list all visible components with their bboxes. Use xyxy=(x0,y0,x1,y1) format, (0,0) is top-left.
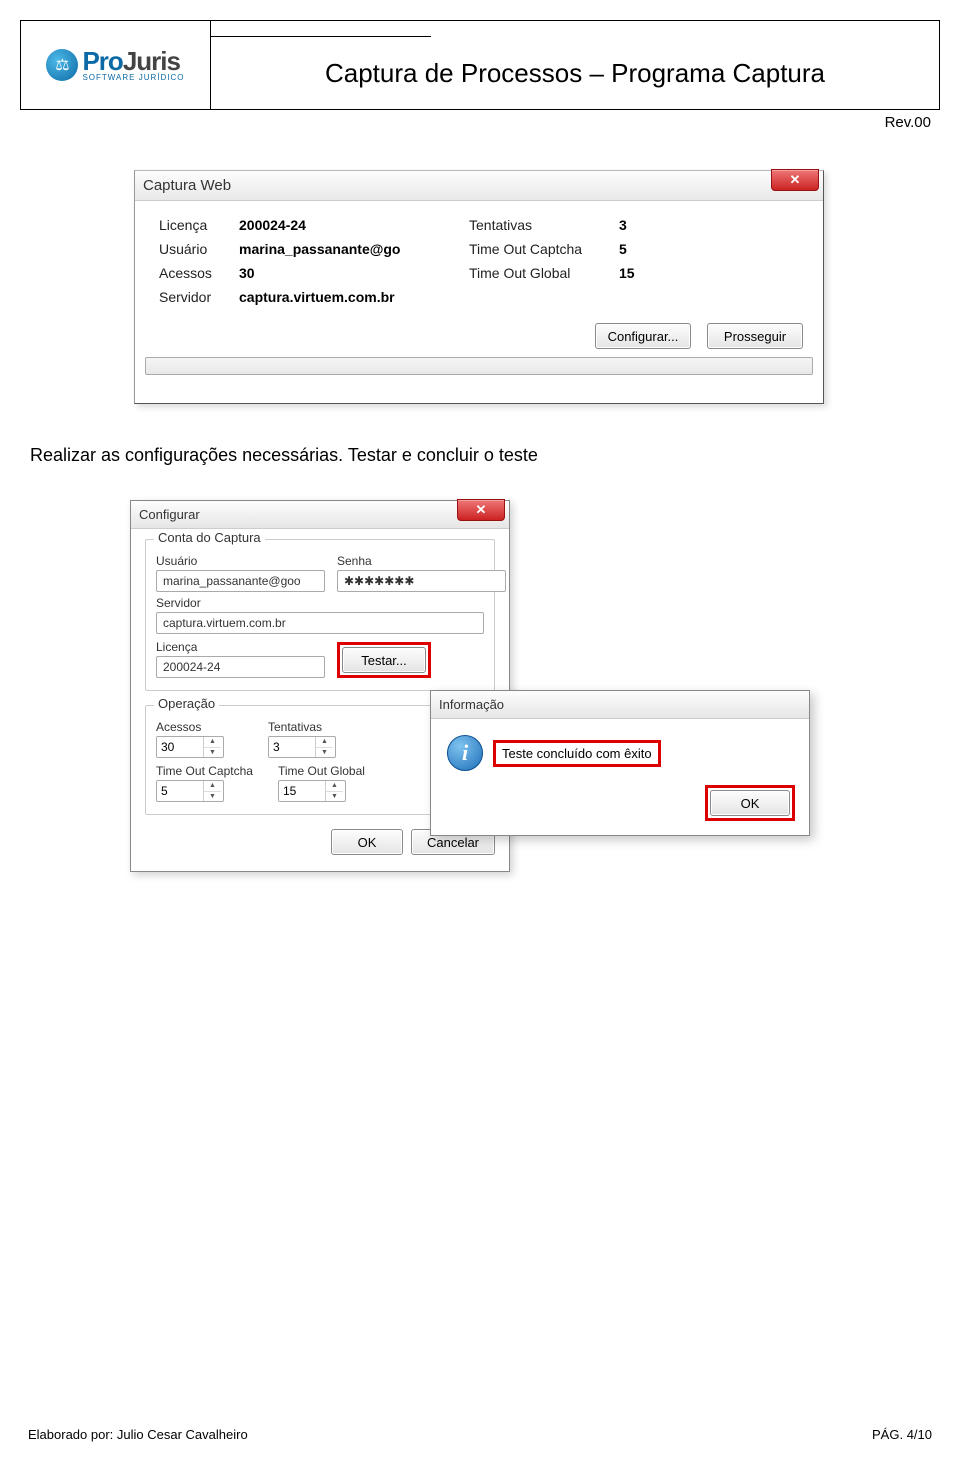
ok-button[interactable]: OK xyxy=(710,790,790,816)
dialog-titlebar[interactable]: Configurar ✕ xyxy=(131,501,509,529)
acessos-stepper[interactable]: ▲▼ xyxy=(156,736,224,758)
timeout-captcha-input[interactable] xyxy=(157,781,203,801)
chevron-down-icon[interactable]: ▼ xyxy=(204,792,221,802)
document-footer: Elaborado por: Julio Cesar Cavalheiro PÁ… xyxy=(28,1427,932,1442)
prosseguir-button[interactable]: Prosseguir xyxy=(707,323,803,349)
dialog-title: Captura Web xyxy=(143,177,231,194)
dialog-titlebar[interactable]: Informação xyxy=(431,691,809,719)
value-acessos: 30 xyxy=(239,265,459,281)
value-tentativas: 3 xyxy=(619,217,669,233)
value-licenca: 200024-24 xyxy=(239,217,459,233)
ok-button[interactable]: OK xyxy=(331,829,403,855)
acessos-input[interactable] xyxy=(157,737,203,757)
dialog-titlebar[interactable]: Captura Web ✕ xyxy=(135,171,823,201)
group-title: Operação xyxy=(154,696,219,711)
timeout-global-stepper[interactable]: ▲▼ xyxy=(278,780,346,802)
group-title: Conta do Captura xyxy=(154,530,265,545)
label-usuario: Usuário xyxy=(159,241,229,257)
value-timeout-captcha: 5 xyxy=(619,241,669,257)
value-servidor: captura.virtuem.com.br xyxy=(239,289,459,305)
label-tentativas: Tentativas xyxy=(268,720,368,734)
label-usuario: Usuário xyxy=(156,554,325,568)
dialog-title: Informação xyxy=(439,697,504,712)
chevron-up-icon[interactable]: ▲ xyxy=(204,737,221,748)
senha-field[interactable] xyxy=(337,570,506,592)
message-highlight: Teste concluído com êxito xyxy=(493,740,661,767)
footer-author: Elaborado por: Julio Cesar Cavalheiro xyxy=(28,1427,248,1442)
revision-label: Rev.00 xyxy=(885,114,931,131)
value-usuario: marina_passanante@go xyxy=(239,241,459,257)
logo-subtext: SOFTWARE JURÍDICO xyxy=(82,74,184,82)
close-icon: ✕ xyxy=(790,172,801,188)
tentativas-stepper[interactable]: ▲▼ xyxy=(268,736,336,758)
label-tentativas: Tentativas xyxy=(469,217,609,233)
title-cell: Captura de Processos – Programa Captura … xyxy=(211,21,939,109)
group-conta: Conta do Captura Usuário Senha Servidor xyxy=(145,539,495,691)
label-timeout-captcha: Time Out Captcha xyxy=(469,241,609,257)
label-servidor: Servidor xyxy=(159,289,229,305)
chevron-down-icon[interactable]: ▼ xyxy=(204,748,221,758)
gavel-icon: ⚖ xyxy=(46,49,78,81)
chevron-down-icon[interactable]: ▼ xyxy=(316,748,333,758)
instruction-paragraph: Realizar as configurações necessárias. T… xyxy=(30,445,538,466)
info-message: Teste concluído com êxito xyxy=(502,746,652,761)
close-button[interactable]: ✕ xyxy=(771,169,819,191)
info-icon: i xyxy=(447,735,483,771)
usuario-field[interactable] xyxy=(156,570,325,592)
configurar-button[interactable]: Configurar... xyxy=(595,323,691,349)
label-senha: Senha xyxy=(337,554,506,568)
document-header: ⚖ ProJuris SOFTWARE JURÍDICO Captura de … xyxy=(20,20,940,110)
chevron-up-icon[interactable]: ▲ xyxy=(326,781,343,792)
label-timeout-captcha: Time Out Captcha xyxy=(156,764,266,778)
label-acessos: Acessos xyxy=(156,720,256,734)
label-timeout-global: Time Out Global xyxy=(278,764,388,778)
tentativas-input[interactable] xyxy=(269,737,315,757)
timeout-captcha-stepper[interactable]: ▲▼ xyxy=(156,780,224,802)
projuris-logo: ⚖ ProJuris SOFTWARE JURÍDICO xyxy=(46,48,184,82)
informacao-dialog: Informação i Teste concluído com êxito O… xyxy=(430,690,810,836)
servidor-field[interactable] xyxy=(156,612,484,634)
licenca-field[interactable] xyxy=(156,656,325,678)
label-servidor: Servidor xyxy=(156,596,484,610)
timeout-global-input[interactable] xyxy=(279,781,325,801)
chevron-up-icon[interactable]: ▲ xyxy=(316,737,333,748)
title-top-strip xyxy=(211,21,431,37)
page-title: Captura de Processos – Programa Captura xyxy=(211,37,939,109)
label-licenca: Licença xyxy=(159,217,229,233)
value-timeout-global: 15 xyxy=(619,265,669,281)
label-acessos: Acessos xyxy=(159,265,229,281)
ok-highlight: OK xyxy=(705,785,795,821)
logo-text: ProJuris xyxy=(82,48,184,74)
chevron-up-icon[interactable]: ▲ xyxy=(204,781,221,792)
dialog-title: Configurar xyxy=(139,507,200,522)
logo-cell: ⚖ ProJuris SOFTWARE JURÍDICO xyxy=(21,21,211,109)
label-timeout-global: Time Out Global xyxy=(469,265,609,281)
testar-button[interactable]: Testar... xyxy=(342,647,426,673)
chevron-down-icon[interactable]: ▼ xyxy=(326,792,343,802)
footer-page: PÁG. 4/10 xyxy=(872,1427,932,1442)
progress-bar xyxy=(145,357,813,375)
captura-web-dialog: Captura Web ✕ Licença 200024-24 Tentativ… xyxy=(134,170,824,404)
label-licenca: Licença xyxy=(156,640,325,654)
close-icon: ✕ xyxy=(476,502,487,518)
close-button[interactable]: ✕ xyxy=(457,499,505,521)
testar-highlight: Testar... xyxy=(337,642,431,678)
